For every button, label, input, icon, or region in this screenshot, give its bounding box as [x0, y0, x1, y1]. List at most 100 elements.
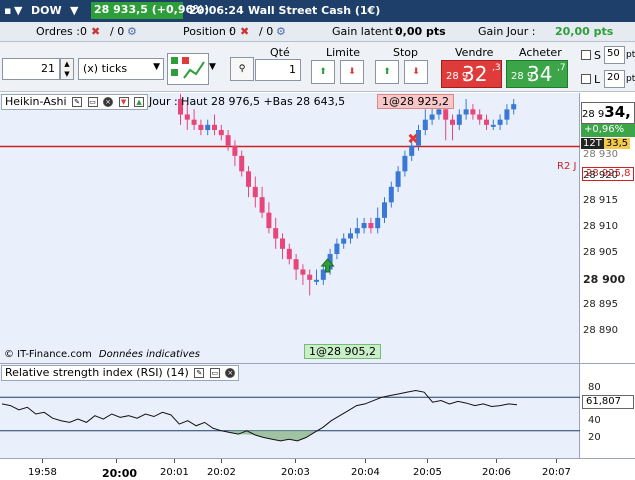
candle-body	[191, 119, 197, 125]
data-note: Données indicatives	[98, 349, 200, 360]
time-tick-label: 20:04	[351, 467, 380, 478]
candle-body	[490, 124, 496, 127]
close-position-icon[interactable]: ✖	[240, 25, 249, 38]
time-tick-label: 20:01	[160, 467, 189, 478]
candle-body	[341, 238, 347, 244]
limit-checkbox[interactable]	[581, 74, 591, 84]
y-tick-label: 28 920	[583, 169, 618, 181]
price-change-badge: 28 933,5 (+0,96%)	[91, 2, 209, 19]
time-tick-label: 20:05	[413, 467, 442, 478]
copyright-text: © IT-Finance.com	[4, 349, 92, 360]
time-tick-mark	[427, 459, 428, 463]
window-menu-icon[interactable]: ▪	[4, 4, 11, 17]
y-tick-label: 28 895	[583, 298, 618, 310]
title-bar: ▪ ▼ DOW ▼ 28 933,5 (+0,96%) 20:06:24 Wal…	[0, 0, 635, 22]
maximize-icon[interactable]: ▭	[87, 97, 98, 107]
rsi-tick-label: 20	[588, 432, 601, 444]
limit-buy-button[interactable]: ⬆	[311, 60, 335, 84]
rsi-maximize-icon[interactable]: ▭	[209, 368, 220, 378]
wrench-icon[interactable]: ✎	[72, 97, 83, 107]
limit-l-label: L	[594, 73, 601, 86]
clock-time: 20:06:24	[189, 4, 244, 17]
price-axis: 28 934, +0,96% 12T 33,5 28 930 28 925,8 2…	[580, 93, 635, 363]
candle-body	[402, 155, 408, 172]
pct-change-badge: +0,96%	[581, 124, 635, 137]
pin-tool-button[interactable]: ⚲	[230, 57, 254, 81]
sell-trade-x-icon: ✖	[407, 132, 419, 148]
candle-body	[259, 197, 265, 213]
qty-input[interactable]: 1	[255, 59, 301, 81]
price-chart-panel[interactable]: ✖	[0, 93, 580, 363]
stop-points-input[interactable]: 50	[604, 46, 625, 64]
candle-body	[252, 186, 258, 198]
candle-body	[280, 238, 285, 249]
y-tick-label: 28 900	[583, 272, 626, 286]
candle-body	[456, 114, 462, 125]
chart-tools-button[interactable]	[167, 53, 209, 85]
position-value: 0	[229, 25, 236, 38]
orders-total: / 0	[110, 25, 125, 38]
timer-value: 33,5	[603, 138, 631, 149]
limit-points-input[interactable]: 20	[604, 70, 625, 88]
ticks-spinner-icon[interactable]: ▲ ▼	[60, 58, 74, 80]
time-tick-mark	[365, 459, 366, 463]
candle-body	[184, 114, 190, 120]
chart-tools-dropdown-icon[interactable]: ▼	[209, 62, 216, 72]
orders-settings-gear-icon[interactable]: ⚙	[127, 25, 137, 38]
ticks-quantity-input[interactable]: 21	[2, 58, 60, 80]
candle-body	[484, 119, 489, 125]
stop-buy-button[interactable]: ⬆	[375, 60, 399, 84]
limit-unit: pts	[626, 74, 635, 84]
time-tick-label: 20:00	[102, 467, 138, 480]
instrument-fullname: Wall Street Cash (1€)	[248, 4, 381, 17]
ticks-unit-select[interactable]: (x) ticks ▼	[78, 58, 164, 80]
rsi-wrench-icon[interactable]: ✎	[194, 368, 205, 378]
chart-tools-icon	[171, 57, 205, 79]
price-chart-svg[interactable]: ✖	[0, 93, 580, 363]
rsi-tick-label: 80	[588, 381, 601, 393]
candle-body	[470, 109, 476, 115]
candle-body	[232, 145, 238, 156]
time-tick-mark	[221, 459, 222, 463]
rsi-label: Relative strength index (RSI) (14)	[5, 366, 189, 379]
limit-sell-icon: ⬇	[348, 67, 356, 77]
buy-price-decimals: ,7	[557, 63, 566, 73]
time-tick-mark	[496, 459, 497, 463]
stop-checkbox[interactable]	[581, 50, 591, 60]
candle-body	[286, 248, 292, 260]
sell-market-button[interactable]: 28 9 32 ,3	[441, 60, 502, 88]
rsi-close-icon[interactable]: ×	[225, 368, 236, 378]
candle-body	[429, 114, 435, 120]
gain-jour-label: Gain Jour :	[478, 25, 536, 38]
dropdown-icon[interactable]: ▼	[70, 4, 78, 17]
instrument-dropdown-icon[interactable]: ▼	[14, 4, 22, 17]
limit-sell-button[interactable]: ⬇	[340, 60, 364, 84]
position-settings-gear-icon[interactable]: ⚙	[276, 25, 286, 38]
orders-value: 0	[80, 25, 87, 38]
sell-order-tag[interactable]: 1@28 925,2	[377, 94, 454, 109]
buy-order-tag[interactable]: 1@28 905,2	[304, 344, 381, 359]
time-tick-label: 20:07	[542, 467, 571, 478]
move-down-icon[interactable]: ▼	[118, 97, 129, 107]
candle-body	[463, 109, 469, 115]
chevron-down-icon: ▼	[153, 62, 160, 72]
y-tick-label: 28 905	[583, 247, 618, 258]
instrument-name[interactable]: DOW	[31, 4, 62, 17]
gain-jour-value: 20,00 pts	[555, 25, 614, 38]
candle-body	[443, 109, 449, 120]
stop-sell-button[interactable]: ⬇	[404, 60, 428, 84]
cancel-orders-icon[interactable]: ✖	[91, 25, 100, 38]
candle-body	[422, 119, 428, 130]
candle-body	[388, 186, 394, 203]
ticks-unit-value: (x) ticks	[83, 62, 128, 75]
move-up-icon[interactable]: ▲	[134, 97, 145, 107]
candle-body	[273, 228, 279, 239]
candle-body	[511, 104, 517, 110]
buy-market-button[interactable]: 28 9 34 ,7	[506, 60, 568, 88]
candle-body	[348, 233, 353, 239]
gain-latent-value: 0,00 pts	[395, 25, 446, 38]
qty-label: Qté	[270, 46, 290, 59]
candle-body	[368, 223, 374, 229]
close-icon[interactable]: ×	[103, 97, 114, 107]
candle-body	[300, 269, 306, 275]
